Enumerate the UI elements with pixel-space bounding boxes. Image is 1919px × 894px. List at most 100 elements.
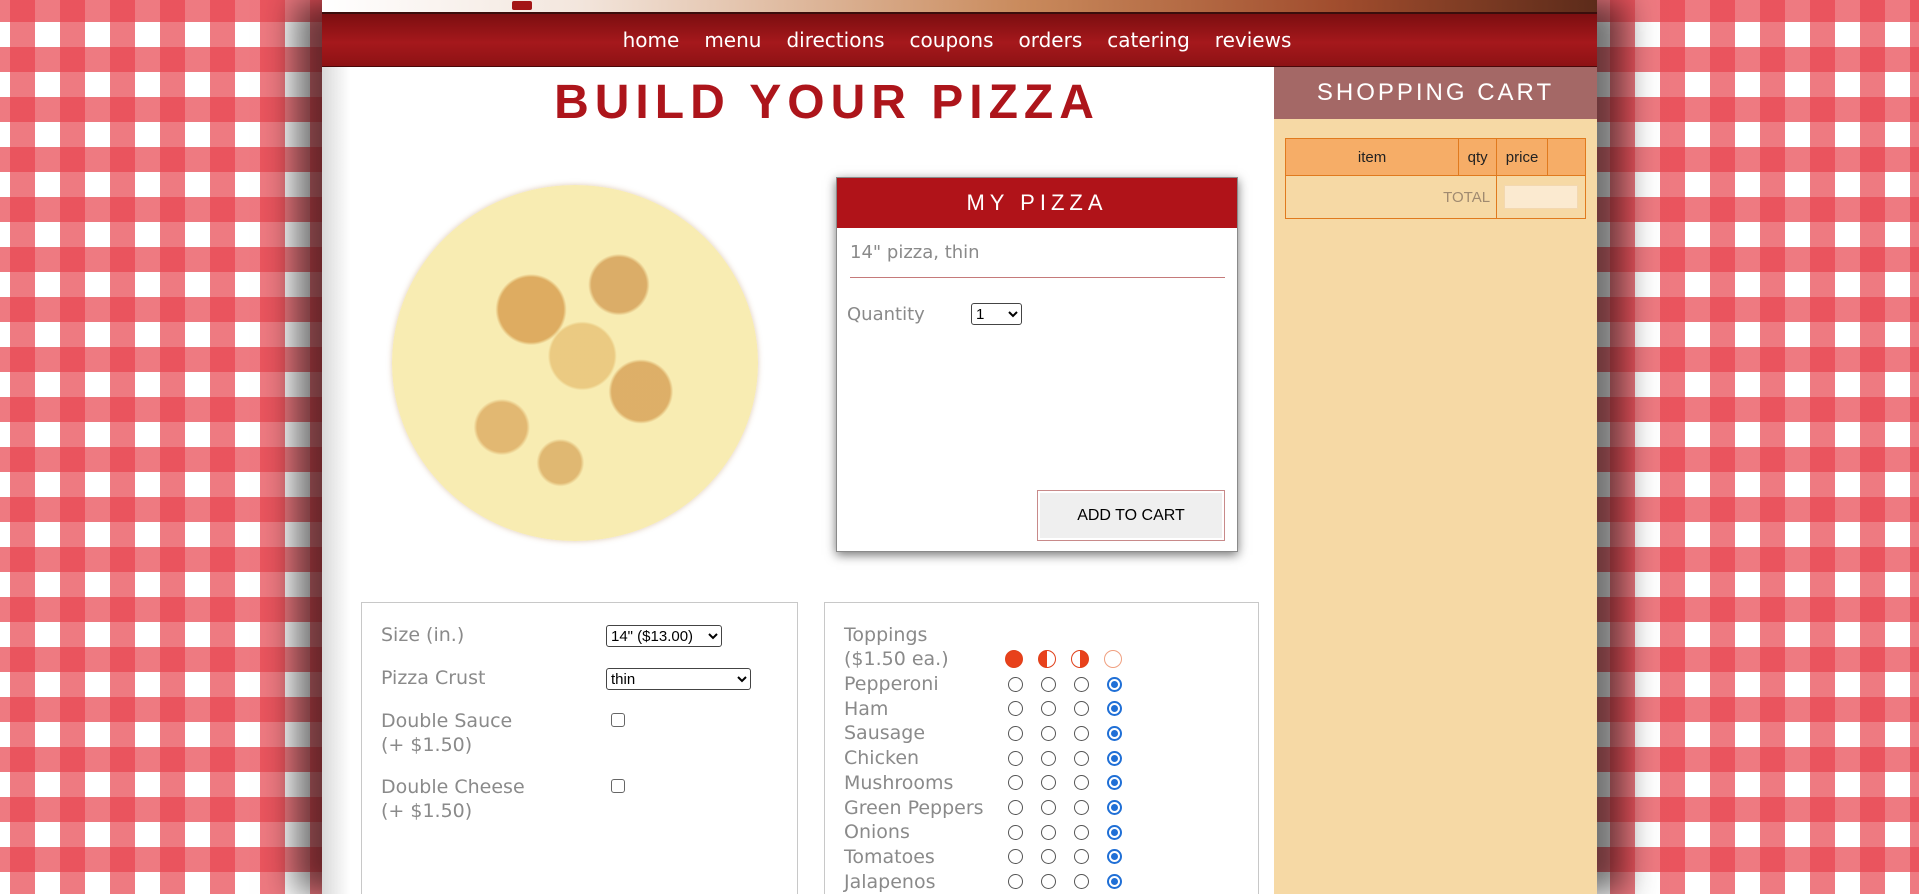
topping-coverage-radios — [1008, 725, 1122, 741]
nav-catering[interactable]: catering — [1107, 28, 1190, 52]
radio-whole[interactable] — [1008, 800, 1023, 815]
quantity-row: Quantity 1 — [847, 303, 1022, 325]
radio-right[interactable] — [1074, 701, 1089, 717]
col-qty: qty — [1458, 138, 1498, 176]
radio-right[interactable] — [1074, 824, 1089, 840]
radio-right[interactable] — [1074, 874, 1089, 890]
radio-none[interactable] — [1107, 701, 1122, 717]
topping-name: Jalapenos — [844, 870, 936, 893]
topping-coverage-radios — [1008, 849, 1122, 865]
topping-coverage-radios — [1008, 676, 1122, 692]
my-pizza-heading: MY PIZZA — [837, 178, 1237, 228]
crust-label: Pizza Crust — [381, 667, 486, 689]
topping-coverage-radios — [1008, 775, 1122, 791]
pizza-options-panel: Size (in.) 14" ($13.00) Pizza Crust thin… — [361, 602, 798, 894]
toppings-panel: Toppings ($1.50 ea.) Pepperoni Ham Sausage… — [824, 602, 1259, 894]
radio-whole[interactable] — [1008, 701, 1023, 717]
topping-name: Tomatoes — [844, 845, 935, 868]
radio-right[interactable] — [1074, 800, 1089, 815]
col-price: price — [1496, 138, 1549, 176]
radio-none[interactable] — [1107, 800, 1122, 815]
crust-select[interactable]: thin — [606, 668, 751, 690]
radio-none[interactable] — [1107, 849, 1122, 865]
page-container: home menu directions coupons orders cate… — [322, 0, 1597, 894]
radio-right[interactable] — [1074, 750, 1089, 766]
topping-row: Mushrooms — [844, 771, 1122, 795]
radio-none[interactable] — [1107, 874, 1122, 890]
radio-left[interactable] — [1041, 800, 1056, 815]
add-to-cart-button[interactable]: ADD TO CART — [1037, 490, 1225, 541]
nav-coupons[interactable]: coupons — [910, 28, 994, 52]
topping-row: Pepperoni — [844, 672, 1122, 696]
double-cheese-label: Double Cheese (+ $1.50) — [381, 775, 525, 823]
quantity-select[interactable]: 1 — [971, 303, 1022, 325]
header-banner-image — [322, 0, 1597, 14]
radio-right[interactable] — [1074, 676, 1089, 692]
main-nav: home menu directions coupons orders cate… — [322, 14, 1597, 67]
topping-row: Ham — [844, 697, 1122, 721]
double-sauce-text: Double Sauce — [381, 710, 513, 732]
topping-name: Ham — [844, 697, 889, 720]
radio-none[interactable] — [1107, 824, 1122, 840]
size-label: Size (in.) — [381, 624, 465, 646]
page-title: BUILD YOUR PIZZA — [554, 76, 1100, 129]
topping-row: Sausage — [844, 721, 1122, 745]
topping-row: Jalapenos — [844, 870, 1122, 894]
topping-coverage-radios — [1008, 750, 1122, 766]
radio-right[interactable] — [1074, 849, 1089, 865]
radio-whole[interactable] — [1008, 725, 1023, 741]
radio-left[interactable] — [1041, 725, 1056, 741]
toppings-heading: Toppings ($1.50 ea.) — [844, 623, 949, 671]
radio-whole[interactable] — [1008, 775, 1023, 791]
radio-left[interactable] — [1041, 874, 1056, 890]
nav-reviews[interactable]: reviews — [1215, 28, 1292, 52]
radio-left[interactable] — [1041, 701, 1056, 717]
pizza-description: 14" pizza, thin — [850, 242, 1225, 278]
radio-left[interactable] — [1041, 750, 1056, 766]
topping-coverage-radios — [1008, 874, 1122, 890]
double-cheese-price: (+ $1.50) — [381, 800, 473, 822]
radio-left[interactable] — [1041, 775, 1056, 791]
radio-none[interactable] — [1107, 775, 1122, 791]
radio-whole[interactable] — [1008, 676, 1023, 692]
double-sauce-checkbox[interactable] — [611, 713, 625, 727]
double-sauce-label: Double Sauce (+ $1.50) — [381, 709, 512, 757]
size-select[interactable]: 14" ($13.00) — [606, 625, 722, 647]
logo-fragment — [512, 1, 532, 10]
nav-orders[interactable]: orders — [1018, 28, 1082, 52]
topping-coverage-radios — [1008, 701, 1122, 717]
total-value — [1504, 185, 1579, 209]
radio-whole[interactable] — [1008, 824, 1023, 840]
radio-right[interactable] — [1074, 725, 1089, 741]
double-cheese-checkbox[interactable] — [611, 779, 625, 793]
radio-whole[interactable] — [1008, 874, 1023, 890]
nav-home[interactable]: home — [623, 28, 680, 52]
cart-table: item qty price TOTAL — [1284, 138, 1586, 219]
radio-whole[interactable] — [1008, 849, 1023, 865]
radio-none[interactable] — [1107, 676, 1122, 692]
radio-right[interactable] — [1074, 775, 1089, 791]
col-item: item — [1284, 138, 1460, 176]
topping-row: Chicken — [844, 746, 1122, 770]
topping-row: Onions — [844, 820, 1122, 844]
topping-coverage-radios — [1008, 800, 1122, 815]
radio-left[interactable] — [1041, 824, 1056, 840]
total-row: TOTAL — [1284, 175, 1586, 219]
topping-coverage-radios — [1008, 824, 1122, 840]
none-icon — [1104, 650, 1122, 668]
nav-directions[interactable]: directions — [786, 28, 884, 52]
radio-whole[interactable] — [1008, 750, 1023, 766]
radio-left[interactable] — [1041, 676, 1056, 692]
radio-none[interactable] — [1107, 725, 1122, 741]
radio-left[interactable] — [1041, 849, 1056, 865]
left-half-icon — [1038, 650, 1056, 668]
total-cell — [1496, 175, 1586, 219]
whole-pizza-icon — [1005, 650, 1023, 668]
total-label: TOTAL — [1284, 175, 1498, 219]
nav-menu[interactable]: menu — [704, 28, 761, 52]
topping-row: Tomatoes — [844, 845, 1122, 869]
topping-name: Green Peppers — [844, 796, 984, 819]
topping-name: Sausage — [844, 722, 926, 745]
my-pizza-card: MY PIZZA 14" pizza, thin Quantity 1 ADD … — [836, 177, 1238, 552]
radio-none[interactable] — [1107, 750, 1122, 766]
